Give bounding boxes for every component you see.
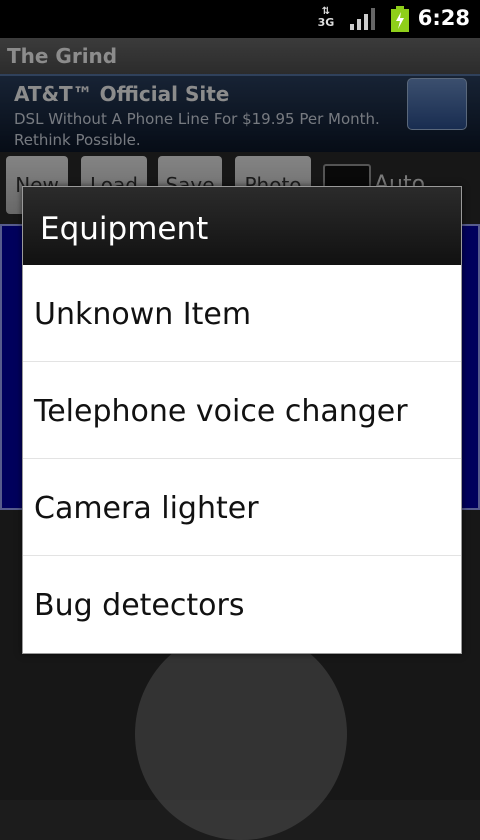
network-type-icon: ⇅ 3G (317, 6, 335, 29)
list-item-bug-detectors[interactable]: Bug detectors (23, 555, 461, 652)
app-title: The Grind (7, 44, 118, 68)
app-title-bar: The Grind (0, 38, 480, 74)
list-item-label: Camera lighter (34, 491, 259, 526)
status-bar: ⇅ 3G 6:28 (0, 0, 480, 38)
list-item-label: Unknown Item (34, 297, 252, 332)
ad-banner[interactable]: AT&T™ Official Site DSL Without A Phone … (0, 74, 480, 152)
ad-body: DSL Without A Phone Line For $19.95 Per … (14, 110, 380, 149)
battery-charging-icon (391, 6, 409, 32)
ad-arrow-icon[interactable] (407, 78, 467, 130)
gear-icon (135, 628, 347, 840)
clock-time: 6:28 (417, 6, 470, 30)
equipment-dialog: Equipment Unknown Item Telephone voice c… (22, 186, 462, 654)
list-item-label: Telephone voice changer (34, 394, 408, 429)
list-item-unknown-item[interactable]: Unknown Item (23, 265, 461, 361)
signal-strength-icon (350, 8, 375, 30)
list-item-telephone-voice-changer[interactable]: Telephone voice changer (23, 361, 461, 458)
network-type-label: 3G (317, 16, 335, 29)
dialog-title-bar: Equipment (23, 187, 461, 266)
list-item-camera-lighter[interactable]: Camera lighter (23, 458, 461, 555)
ad-headline: AT&T™ Official Site (14, 82, 230, 106)
dialog-title: Equipment (40, 211, 209, 247)
list-item-label: Bug detectors (34, 588, 245, 623)
